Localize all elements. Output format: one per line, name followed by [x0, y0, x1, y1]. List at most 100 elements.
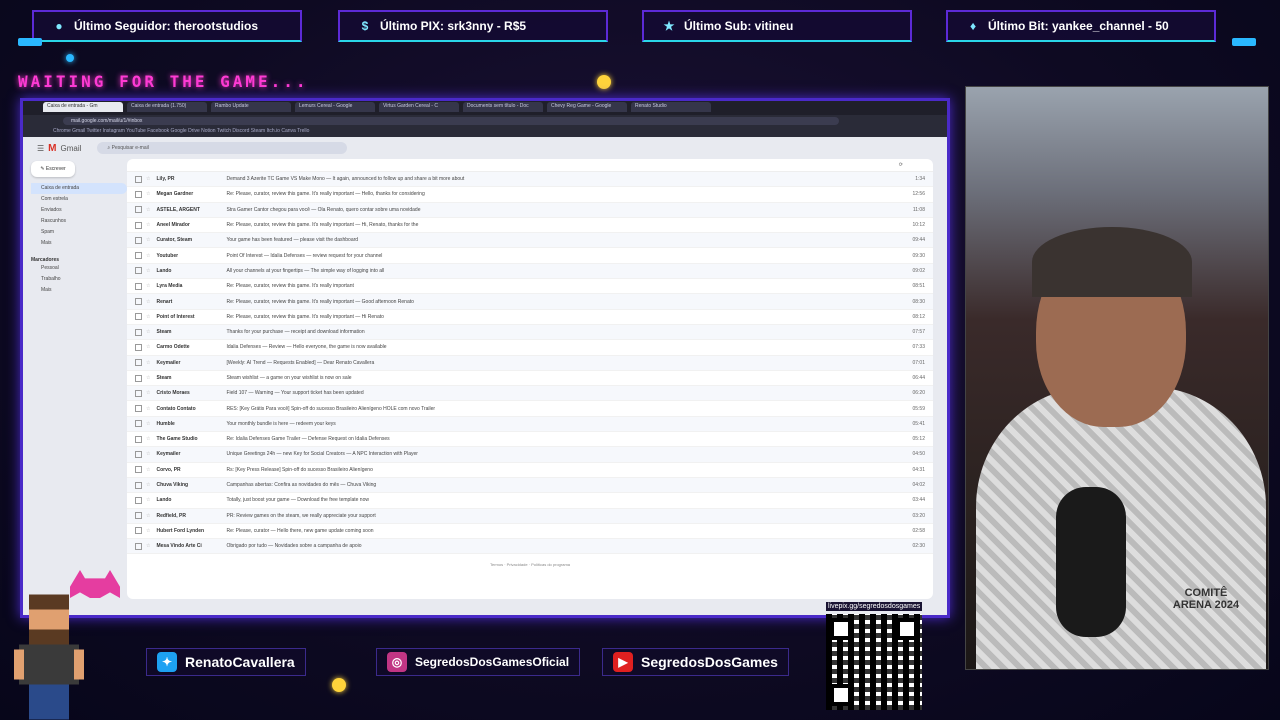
- row-checkbox[interactable]: [135, 420, 142, 428]
- row-checkbox[interactable]: [135, 450, 142, 458]
- browser-tab[interactable]: Chevy Reg Game - Google: [547, 102, 627, 112]
- star-icon[interactable]: ☆: [146, 375, 150, 381]
- label-item[interactable]: Trabalho: [31, 274, 127, 285]
- row-checkbox[interactable]: [135, 389, 142, 397]
- star-icon[interactable]: ☆: [146, 176, 150, 182]
- sidebar-item-more[interactable]: Mais: [31, 238, 127, 249]
- row-checkbox[interactable]: [135, 512, 142, 520]
- email-row[interactable]: ☆ Renart Re: Please, curator, review this …: [127, 294, 933, 310]
- refresh-icon[interactable]: ⟳: [899, 162, 903, 168]
- sidebar-item-starred[interactable]: Com estrela: [31, 194, 127, 205]
- star-icon[interactable]: ☆: [146, 191, 150, 197]
- row-checkbox[interactable]: [135, 298, 142, 306]
- email-row[interactable]: ☆ Steam Steam wishlist — a game on your wi…: [127, 371, 933, 387]
- social-instagram[interactable]: ◎ SegredosDosGamesOficial: [376, 648, 581, 676]
- row-checkbox[interactable]: [135, 542, 142, 550]
- star-icon[interactable]: ☆: [146, 390, 150, 396]
- row-checkbox[interactable]: [135, 359, 142, 367]
- row-checkbox[interactable]: [135, 496, 142, 504]
- url-input[interactable]: mail.google.com/mail/u/1/#inbox: [63, 117, 839, 125]
- email-row[interactable]: ☆ The Game Studio Re: Idalia Defenses Game…: [127, 432, 933, 448]
- email-row[interactable]: ☆ Hubert Ford Lynden Re: Please, curator —…: [127, 524, 933, 540]
- social-twitter[interactable]: ✦ RenatoCavallera: [146, 648, 306, 676]
- social-youtube[interactable]: ▶ SegredosDosGames: [602, 648, 789, 676]
- menu-icon[interactable]: ☰: [37, 144, 44, 153]
- row-checkbox[interactable]: [135, 221, 142, 229]
- gmail-logo[interactable]: ☰ M Gmail: [37, 143, 81, 154]
- sidebar-item-sent[interactable]: Enviados: [31, 205, 127, 216]
- email-row[interactable]: ☆ ASTELE, ARGENT Stra Gamer Cantor chegou …: [127, 202, 933, 218]
- row-checkbox[interactable]: [135, 374, 142, 382]
- row-checkbox[interactable]: [135, 328, 142, 336]
- star-icon[interactable]: ☆: [146, 528, 150, 534]
- star-icon[interactable]: ☆: [146, 497, 150, 503]
- row-checkbox[interactable]: [135, 313, 142, 321]
- email-row[interactable]: ☆ Mesa Vindo Arte Ci Obrigado por tudo — N…: [127, 539, 933, 555]
- email-row[interactable]: ☆ Youtuber Point Of Interest — Idalia Defe…: [127, 248, 933, 264]
- browser-tab[interactable]: Caixa de entrada (1.750): [127, 102, 207, 112]
- email-row[interactable]: ☆ Point of Interest Re: Please, curator, r…: [127, 310, 933, 325]
- row-checkbox[interactable]: [135, 282, 142, 290]
- star-icon[interactable]: ☆: [146, 513, 150, 519]
- qr-code[interactable]: [826, 614, 922, 710]
- browser-tab[interactable]: Documents sem título - Doc: [463, 102, 543, 112]
- star-icon[interactable]: ☆: [146, 451, 150, 457]
- search-input[interactable]: ⌕ Pesquisar e-mail: [97, 142, 348, 154]
- star-icon[interactable]: ☆: [146, 543, 150, 549]
- email-row[interactable]: ☆ Steam Thanks for your purchase — receipt…: [127, 324, 933, 341]
- star-icon[interactable]: ☆: [146, 360, 150, 366]
- bookmarks-bar[interactable]: Chrome Gmail Twitter Instagram YouTube F…: [23, 127, 947, 137]
- star-icon[interactable]: ☆: [146, 253, 150, 259]
- row-checkbox[interactable]: [135, 175, 142, 183]
- star-icon[interactable]: ☆: [146, 436, 150, 442]
- email-row[interactable]: ☆ Megan Gardner Re: Please, curator, revie…: [127, 187, 933, 203]
- row-checkbox[interactable]: [135, 466, 142, 474]
- email-row[interactable]: ☆ Lando All your channels at your fingerti…: [127, 263, 933, 280]
- email-row[interactable]: ☆ Redfield, PR PR: Review games on the ste…: [127, 508, 933, 524]
- email-row[interactable]: ☆ Chuva Viking Campanhas abertas: Confira …: [127, 477, 933, 494]
- compose-button[interactable]: ✎ Escrever: [31, 161, 75, 177]
- star-icon[interactable]: ☆: [146, 207, 150, 213]
- star-icon[interactable]: ☆: [146, 406, 150, 412]
- star-icon[interactable]: ☆: [146, 482, 150, 488]
- email-row[interactable]: ☆ Lily, PR Demand 3 Azerite TC Game VS Mak…: [127, 172, 933, 188]
- row-checkbox[interactable]: [135, 267, 142, 275]
- row-checkbox[interactable]: [135, 190, 142, 198]
- row-checkbox[interactable]: [135, 527, 142, 535]
- star-icon[interactable]: ☆: [146, 344, 150, 350]
- browser-tab[interactable]: Renato Studio: [631, 102, 711, 112]
- star-icon[interactable]: ☆: [146, 314, 150, 320]
- row-checkbox[interactable]: [135, 206, 142, 214]
- star-icon[interactable]: ☆: [146, 222, 150, 228]
- email-row[interactable]: ☆ Contato Contato RES: [Key Grátis Para vo…: [127, 401, 933, 417]
- label-item[interactable]: Pessoal: [31, 263, 127, 274]
- sidebar-item-inbox[interactable]: Caixa de entrada: [31, 183, 127, 194]
- row-checkbox[interactable]: [135, 435, 142, 443]
- star-icon[interactable]: ☆: [146, 329, 150, 335]
- star-icon[interactable]: ☆: [146, 237, 150, 243]
- row-checkbox[interactable]: [135, 252, 142, 260]
- email-row[interactable]: ☆ Cristo Moraes Field 107 — Warning — Your…: [127, 386, 933, 402]
- email-row[interactable]: ☆ Carmo Odette Idalia Defenses — Review — …: [127, 340, 933, 356]
- star-icon[interactable]: ☆: [146, 268, 150, 274]
- star-icon[interactable]: ☆: [146, 421, 150, 427]
- email-row[interactable]: ☆ Lyra Media Re: Please, curator, review t…: [127, 279, 933, 295]
- email-row[interactable]: ☆ Aneel Mirador Re: Please, curator, revie…: [127, 218, 933, 234]
- label-item[interactable]: Mais: [31, 285, 127, 296]
- sidebar-item-spam[interactable]: Spam: [31, 227, 127, 238]
- row-checkbox[interactable]: [135, 481, 142, 489]
- email-row[interactable]: ☆ Keymailer [Weekly: AI Trend — Requests E…: [127, 355, 933, 371]
- email-row[interactable]: ☆ Curator, Steam Your game has been featur…: [127, 233, 933, 249]
- email-row[interactable]: ☆ Keymailer Unique Greetings 24h — new Key…: [127, 447, 933, 463]
- row-checkbox[interactable]: [135, 343, 142, 351]
- email-row[interactable]: ☆ Humble Your monthly bundle is here — red…: [127, 416, 933, 433]
- star-icon[interactable]: ☆: [146, 299, 150, 305]
- browser-tab[interactable]: Virtus Garden Cereal - C: [379, 102, 459, 112]
- browser-tab[interactable]: Rambo Update: [211, 102, 291, 112]
- browser-tab[interactable]: Lemurs Cereal - Google: [295, 102, 375, 112]
- row-checkbox[interactable]: [135, 405, 142, 413]
- star-icon[interactable]: ☆: [146, 283, 150, 289]
- email-row[interactable]: ☆ Corvo, PR Rs: [Key Press Release] Spin-o…: [127, 463, 933, 478]
- star-icon[interactable]: ☆: [146, 467, 150, 473]
- email-row[interactable]: ☆ Lando Totally, just boost your game — Do…: [127, 493, 933, 509]
